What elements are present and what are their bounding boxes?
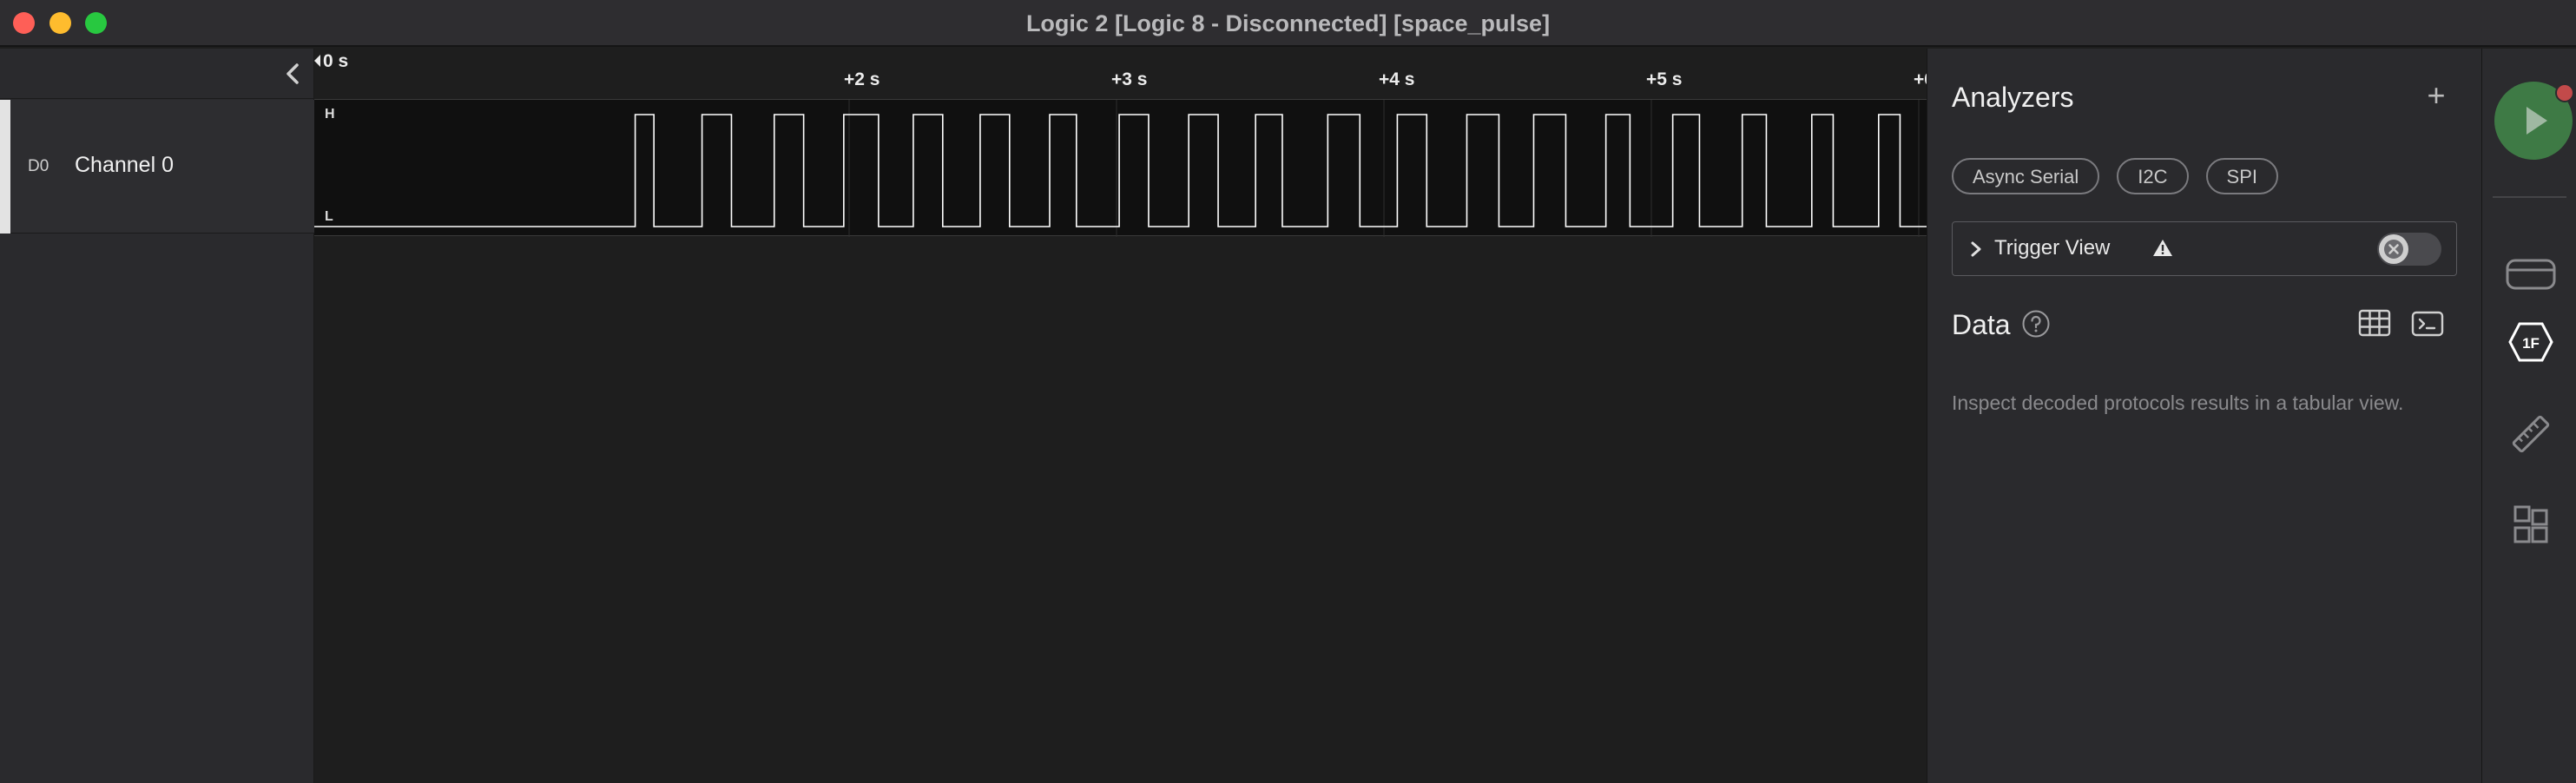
x-icon: [2384, 240, 2403, 259]
time-tick-label: +3 s: [1111, 69, 1148, 89]
time-tick-label: 0 s: [323, 51, 349, 71]
app-window: Logic 2 [Logic 8 - Disconnected] [space_…: [0, 0, 2576, 783]
zero-marker-icon: [314, 55, 320, 67]
rail-divider: [2493, 196, 2566, 198]
warning-icon: [2153, 240, 2172, 256]
channel-row-d0[interactable]: D0 Channel 0: [0, 100, 314, 234]
analyzers-tab-icon[interactable]: 1F: [2505, 320, 2557, 364]
waveform-plot: [314, 100, 1927, 237]
chevron-right-icon: [1971, 241, 1981, 257]
channel-name[interactable]: Channel 0: [75, 153, 174, 178]
time-ruler[interactable]: 0 s+2 s+3 s+4 s+5 s+6 s+7 s: [314, 49, 2217, 99]
data-description: Inspect decoded protocols results in a t…: [1952, 392, 2404, 414]
data-section-title: Data: [1952, 309, 2011, 340]
window-title: Logic 2 [Logic 8 - Disconnected] [space_…: [1025, 10, 1551, 36]
toggle-knob: [2379, 234, 2408, 264]
sidebar-header: [0, 49, 314, 99]
trigger-view-row[interactable]: Trigger View: [1952, 221, 2457, 276]
trigger-view-toggle[interactable]: [2377, 233, 2441, 266]
collapse-sidebar-button[interactable]: [280, 59, 306, 89]
device-icon[interactable]: [2505, 253, 2557, 296]
help-icon[interactable]: [2021, 309, 2051, 339]
digital-signal-trace: [314, 114, 1927, 227]
time-tick-label: +4 s: [1379, 69, 1415, 89]
channel-color-bar: [0, 100, 10, 234]
time-tick-label: +2 s: [844, 69, 880, 89]
measure-ruler-icon[interactable]: [2505, 412, 2557, 456]
terminal-view-icon[interactable]: [2410, 309, 2445, 339]
trigger-view-label: Trigger View: [1994, 236, 2111, 260]
channel-sidebar: D0 Channel 0: [0, 49, 314, 783]
analyzers-title: Analyzers: [1952, 82, 2074, 113]
tool-rail: 1F: [2481, 49, 2576, 783]
waveform-area[interactable]: 0 s+2 s+3 s+4 s+5 s+6 s+7 s H L: [314, 49, 2217, 783]
chip-async-serial[interactable]: Async Serial: [1952, 158, 2100, 194]
add-analyzer-button[interactable]: +: [2421, 80, 2452, 111]
chip-i2c[interactable]: I2C: [2117, 158, 2189, 194]
analyzer-chips: Async Serial I2C SPI: [1952, 158, 2278, 194]
channel-id: D0: [28, 157, 49, 175]
table-view-icon[interactable]: [2357, 307, 2392, 339]
extensions-icon[interactable]: [2505, 503, 2557, 547]
svg-text:1F: 1F: [2522, 335, 2540, 352]
analyzers-panel: Analyzers + Async Serial I2C SPI Trigger…: [1927, 49, 2481, 783]
time-tick-label: +5 s: [1646, 69, 1683, 89]
channel-0-waveform[interactable]: H L: [314, 99, 1927, 237]
device-status-dot: [2555, 83, 2574, 102]
title-bar: Logic 2 [Logic 8 - Disconnected] [space_…: [0, 0, 2576, 47]
chevron-left-icon: [287, 63, 299, 84]
chip-spi[interactable]: SPI: [2205, 158, 2278, 194]
